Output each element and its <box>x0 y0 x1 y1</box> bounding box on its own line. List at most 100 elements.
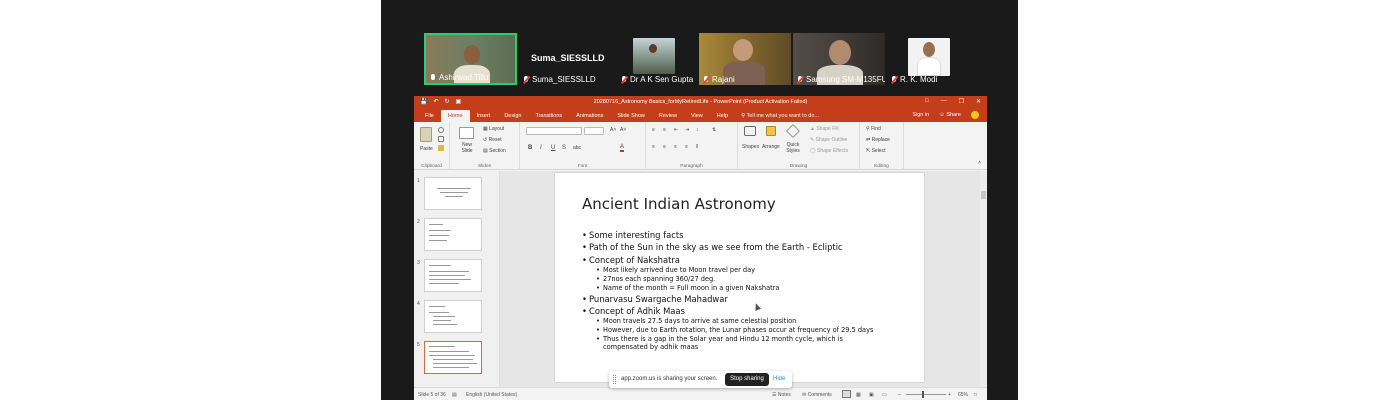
bullets-icon[interactable]: ≡ <box>652 127 655 133</box>
slide-thumbnail-2[interactable]: 2 <box>417 218 482 251</box>
participant-tile-suma[interactable]: Suma_SIESSLLD Suma_SIESSLLD <box>519 33 633 85</box>
increase-font-icon[interactable]: A˄ <box>610 127 616 133</box>
collapse-ribbon-icon[interactable]: ˄ <box>978 160 981 166</box>
participant-tile-modi[interactable]: R. K. Modi <box>887 33 962 85</box>
smiley-icon[interactable] <box>971 111 979 119</box>
quick-styles-button[interactable]: Quick Styles <box>784 142 802 154</box>
person-icon: ☺ <box>939 112 945 118</box>
participant-tile-rajani[interactable]: Rajani <box>699 33 791 85</box>
shape-fill-button[interactable]: ▲ Shape Fill <box>810 126 839 132</box>
share-button[interactable]: ☺ Share <box>939 112 961 118</box>
slide-thumbnail-5[interactable]: 5 <box>417 341 482 374</box>
copy-icon[interactable] <box>438 136 444 142</box>
tab-view[interactable]: View <box>684 113 710 122</box>
align-left-icon[interactable]: ≡ <box>652 144 655 150</box>
quick-styles-icon[interactable] <box>785 123 801 139</box>
paste-icon[interactable] <box>420 127 432 142</box>
scrollbar-thumb[interactable] <box>981 191 986 199</box>
close-icon[interactable]: ✕ <box>976 98 981 105</box>
slide-bullet-list[interactable]: Some interesting facts Path of the Sun i… <box>582 229 922 351</box>
language-indicator[interactable]: English (United States) <box>466 392 517 398</box>
participant-name: Rajani <box>703 75 735 84</box>
align-right-icon[interactable]: ≡ <box>674 144 677 150</box>
stop-sharing-button[interactable]: Stop sharing <box>725 373 769 386</box>
minimize-icon[interactable]: — <box>941 98 947 105</box>
font-name-dropdown[interactable] <box>526 127 582 135</box>
align-center-icon[interactable]: ≡ <box>663 144 666 150</box>
mic-icon <box>430 73 436 82</box>
slide-thumbnail-3[interactable]: 3 <box>417 259 482 292</box>
tell-me-box[interactable]: ⚲ Tell me what you want to do... <box>735 113 825 122</box>
hide-banner-link[interactable]: Hide <box>773 376 785 382</box>
zoom-out-icon[interactable]: – <box>898 392 901 398</box>
shapes-icon[interactable] <box>744 126 756 136</box>
section-button[interactable]: ▤ Section <box>483 148 506 154</box>
notes-button[interactable]: ☰ Notes <box>772 392 791 398</box>
vertical-scrollbar[interactable] <box>980 171 987 387</box>
zoom-slider-thumb[interactable] <box>922 391 924 398</box>
sign-in-link[interactable]: Sign in <box>912 112 929 118</box>
reading-view-icon[interactable]: ▣ <box>869 392 874 398</box>
paste-button-label[interactable]: Paste <box>420 146 433 152</box>
justify-icon[interactable]: ≡ <box>685 144 688 150</box>
slide-title[interactable]: Ancient Indian Astronomy <box>582 195 776 213</box>
shape-effects-button[interactable]: ◯ Shape Effects <box>810 148 848 154</box>
columns-icon[interactable]: ‖ <box>696 144 698 150</box>
slide-thumbnail-4[interactable]: 4 <box>417 300 482 333</box>
account-area: Sign in ☺ Share <box>912 111 979 119</box>
reset-button[interactable]: ↺ Reset <box>483 137 502 143</box>
accessibility-icon[interactable]: ▤ <box>452 392 457 398</box>
zoom-level[interactable]: 65% <box>958 392 968 398</box>
slideshow-icon[interactable]: ▭ <box>882 392 887 398</box>
tab-slide-show[interactable]: Slide Show <box>610 113 652 122</box>
text-direction-icon[interactable]: ⇅ <box>712 127 716 133</box>
current-slide[interactable]: Ancient Indian Astronomy Some interestin… <box>555 173 924 382</box>
tab-file[interactable]: File <box>418 113 441 122</box>
normal-view-icon[interactable] <box>842 390 851 398</box>
format-painter-icon[interactable] <box>438 145 444 151</box>
replace-button[interactable]: ⇄ Replace <box>866 137 890 143</box>
font-color-icon[interactable]: A <box>620 144 625 152</box>
participant-tile-samsung[interactable]: Samsung SM-M135FU <box>793 33 885 85</box>
new-slide-button[interactable]: New Slide <box>458 142 476 154</box>
cut-icon[interactable] <box>438 127 444 133</box>
underline-button[interactable]: U <box>551 145 555 151</box>
shape-outline-button[interactable]: ✎ Shape Outline <box>810 137 847 143</box>
shadow-button[interactable]: abc <box>573 145 581 151</box>
replace-icon: ⇄ <box>866 137 871 143</box>
ribbon-display-icon[interactable]: □ <box>925 98 929 105</box>
tab-review[interactable]: Review <box>652 113 684 122</box>
bold-button[interactable]: B <box>528 145 532 151</box>
font-size-dropdown[interactable] <box>584 127 604 135</box>
tab-animations[interactable]: Animations <box>569 113 610 122</box>
drag-handle-icon[interactable] <box>613 375 616 384</box>
slide-thumbnail-1[interactable]: 1 <box>417 177 482 210</box>
maximize-icon[interactable]: ❐ <box>959 98 964 105</box>
participant-tile-ashirwad[interactable]: Ashirwad Tillu <box>424 33 517 85</box>
zoom-in-icon[interactable]: + <box>948 392 951 398</box>
decrease-indent-icon[interactable]: ⇤ <box>674 127 678 133</box>
select-button[interactable]: ⇱ Select <box>866 148 886 154</box>
tab-home[interactable]: Home <box>440 110 470 122</box>
numbering-icon[interactable]: ≡ <box>663 127 666 133</box>
fit-to-window-icon[interactable]: □ <box>974 392 977 398</box>
shapes-button[interactable]: Shapes <box>742 144 759 150</box>
tab-transitions[interactable]: Transitions <box>528 113 569 122</box>
layout-button[interactable]: ▦ Layout <box>483 126 504 132</box>
zoom-slider[interactable] <box>906 394 946 395</box>
arrange-icon[interactable] <box>766 126 776 136</box>
comments-button[interactable]: ✉ Comments <box>802 392 832 398</box>
participant-tile-sen-gupta[interactable]: Dr A K Sen Gupta <box>617 33 697 85</box>
arrange-button[interactable]: Arrange <box>762 144 780 150</box>
line-spacing-icon[interactable]: ↕ <box>696 127 699 133</box>
slide-sorter-icon[interactable]: ▦ <box>856 392 861 398</box>
tab-help[interactable]: Help <box>710 113 735 122</box>
italic-button[interactable]: I <box>540 145 542 151</box>
tab-insert[interactable]: Insert <box>470 113 498 122</box>
increase-indent-icon[interactable]: ⇥ <box>685 127 689 133</box>
strikethrough-button[interactable]: S <box>562 145 566 151</box>
tab-design[interactable]: Design <box>497 113 528 122</box>
decrease-font-icon[interactable]: A˅ <box>620 127 626 133</box>
new-slide-icon[interactable] <box>459 127 474 139</box>
find-button[interactable]: ⚲ Find <box>866 126 881 132</box>
